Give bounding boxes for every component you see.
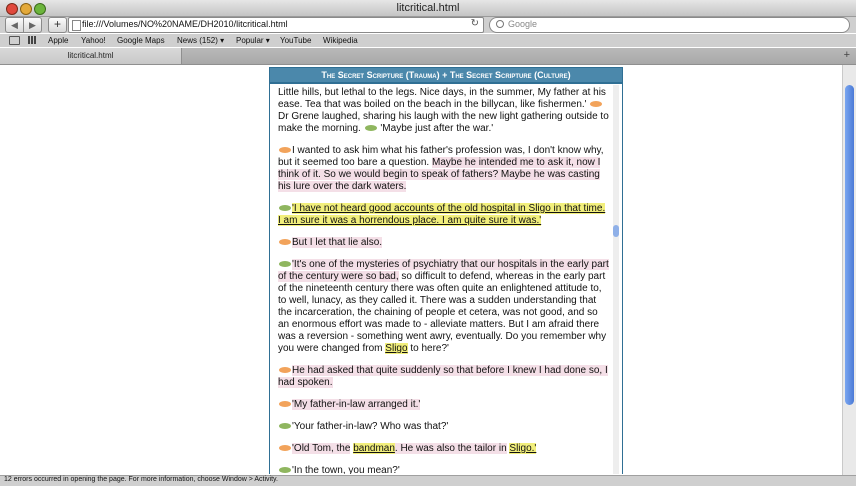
paragraph-4: But I let that lie also. bbox=[278, 237, 609, 249]
paragraph-8-text: 'Your father-in-law? Who was that?' bbox=[292, 421, 449, 432]
top-sites-grid-icon[interactable] bbox=[28, 36, 37, 44]
document-body: Little hills, but lethal to the legs. Ni… bbox=[278, 87, 609, 474]
back-button[interactable]: ◀ bbox=[5, 17, 24, 33]
reload-icon[interactable]: ↻ bbox=[471, 18, 479, 29]
paragraph-6: He had asked that quite suddenly so that… bbox=[278, 365, 609, 389]
paragraph-7: 'My father-in-law arranged it.' bbox=[278, 399, 609, 411]
paragraph-5-text-c: to here?' bbox=[410, 343, 449, 354]
paragraph-6-text[interactable]: He had asked that quite suddenly so that… bbox=[278, 365, 608, 388]
new-tab-button[interactable]: + bbox=[844, 49, 850, 61]
orange-comment-icon[interactable] bbox=[279, 147, 291, 154]
orange-comment-icon[interactable] bbox=[279, 239, 291, 246]
orange-comment-icon[interactable] bbox=[279, 445, 291, 452]
paragraph-3: 'I have not heard good accounts of the o… bbox=[278, 203, 609, 227]
browser-toolbar: ◀ ▶ + file:///Volumes/NO%20NAME/DH2010/l… bbox=[0, 17, 856, 33]
green-comment-icon[interactable] bbox=[364, 125, 377, 132]
document-scroll-thumb[interactable] bbox=[613, 225, 619, 237]
paragraph-4-text[interactable]: But I let that lie also. bbox=[292, 237, 383, 248]
paragraph-1: Little hills, but lethal to the legs. Ni… bbox=[278, 87, 609, 135]
window-scrollbar[interactable] bbox=[842, 65, 856, 475]
paragraph-1-text-c: 'Maybe just after the war.' bbox=[380, 123, 494, 134]
paragraph-10: 'In the town, you mean?' bbox=[278, 465, 609, 474]
bookmark-wikipedia[interactable]: Wikipedia bbox=[323, 36, 358, 45]
paragraph-8: 'Your father-in-law? Who was that?' bbox=[278, 421, 609, 433]
document-header: The Secret Scripture (Trauma) + The Secr… bbox=[270, 68, 622, 84]
bookmark-apple[interactable]: Apple bbox=[48, 36, 68, 45]
url-text[interactable]: file:///Volumes/NO%20NAME/DH2010/litcrit… bbox=[82, 19, 288, 29]
paragraph-9-text-b[interactable]: . He was also the tailor in bbox=[394, 443, 507, 454]
tab-bar: litcritical.html + bbox=[0, 48, 856, 65]
address-bar[interactable]: file:///Volumes/NO%20NAME/DH2010/litcrit… bbox=[68, 17, 484, 33]
paragraph-5: 'It's one of the mysteries of psychiatry… bbox=[278, 259, 609, 355]
paragraph-5-text-b: so difficult to defend, whereas in the e… bbox=[278, 271, 607, 354]
add-bookmark-button[interactable]: + bbox=[48, 17, 67, 33]
bookmark-youtube[interactable]: YouTube bbox=[280, 36, 311, 45]
green-comment-icon[interactable] bbox=[279, 261, 291, 268]
bookmark-yahoo[interactable]: Yahoo! bbox=[81, 36, 106, 45]
page-content: The Secret Scripture (Trauma) + The Secr… bbox=[0, 65, 842, 474]
search-field[interactable]: Google bbox=[489, 17, 850, 33]
bookmark-news[interactable]: News (152) ▾ bbox=[177, 36, 224, 45]
green-comment-icon[interactable] bbox=[279, 423, 291, 430]
search-icon bbox=[496, 20, 504, 28]
document-panel: The Secret Scripture (Trauma) + The Secr… bbox=[269, 67, 623, 474]
paragraph-10-text: 'In the town, you mean?' bbox=[292, 465, 400, 474]
paragraph-7-text[interactable]: 'My father-in-law arranged it.' bbox=[292, 399, 421, 410]
document-scrollbar[interactable] bbox=[613, 85, 619, 474]
highlight-sligo-2[interactable]: Sligo.' bbox=[509, 443, 537, 454]
tab-litcritical[interactable]: litcritical.html bbox=[0, 48, 182, 64]
paragraph-9: 'Old Tom, the bandman. He was also the t… bbox=[278, 443, 609, 455]
bookmark-google-maps[interactable]: Google Maps bbox=[117, 36, 165, 45]
bookmarks-bar: Apple Yahoo! Google Maps News (152) ▾ Po… bbox=[0, 34, 856, 47]
yellow-highlight-quote[interactable]: 'I have not heard good accounts of the o… bbox=[278, 203, 606, 226]
paragraph-9-text-a[interactable]: 'Old Tom, the bbox=[292, 443, 351, 454]
window-title: litcritical.html bbox=[396, 2, 460, 14]
status-bar: 12 errors occurred in opening the page. … bbox=[0, 475, 856, 486]
orange-comment-icon[interactable] bbox=[590, 101, 603, 108]
green-comment-icon[interactable] bbox=[279, 205, 291, 212]
orange-comment-icon[interactable] bbox=[279, 401, 291, 408]
paragraph-2: I wanted to ask him what his father's pr… bbox=[278, 145, 609, 193]
green-comment-icon[interactable] bbox=[279, 467, 291, 474]
status-text: 12 errors occurred in opening the page. … bbox=[4, 476, 278, 483]
window-scroll-thumb[interactable] bbox=[845, 85, 854, 405]
open-book-icon[interactable] bbox=[9, 36, 20, 45]
paragraph-1-text-a: Little hills, but lethal to the legs. Ni… bbox=[278, 87, 606, 110]
highlight-bandman[interactable]: bandman bbox=[353, 443, 395, 454]
search-placeholder[interactable]: Google bbox=[508, 19, 537, 29]
window-titlebar: litcritical.html bbox=[0, 0, 856, 17]
page-icon bbox=[72, 20, 81, 31]
bookmark-popular[interactable]: Popular ▾ bbox=[236, 36, 270, 45]
forward-button[interactable]: ▶ bbox=[23, 17, 42, 33]
highlight-sligo[interactable]: Sligo bbox=[385, 343, 408, 354]
orange-comment-icon[interactable] bbox=[279, 367, 291, 374]
